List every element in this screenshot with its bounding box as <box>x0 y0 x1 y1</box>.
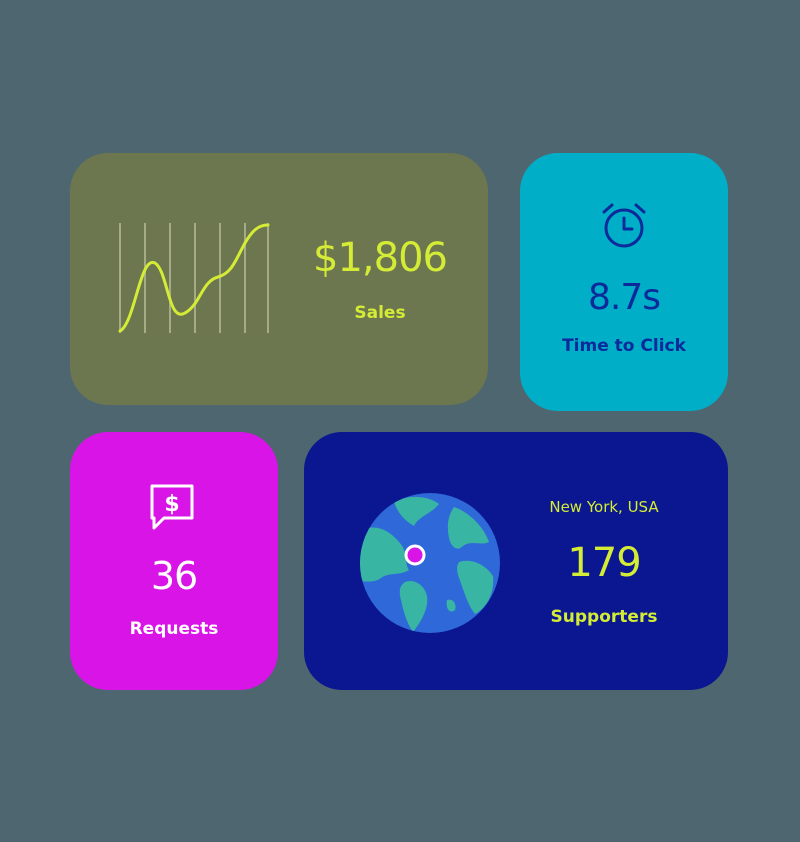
time-to-click-label: Time to Click <box>562 336 686 356</box>
requests-label: Requests <box>129 619 219 639</box>
svg-text:$: $ <box>164 492 179 517</box>
requests-card: $ 36 Requests <box>70 432 278 690</box>
time-to-click-card: 8.7s Time to Click <box>520 153 728 411</box>
dollar-chat-icon: $ <box>150 484 194 530</box>
sales-sparkline <box>118 223 270 333</box>
alarm-clock-icon <box>602 203 646 248</box>
location-pin <box>404 544 426 566</box>
supporters-label: Supporters <box>550 607 658 627</box>
supporters-value: 179 <box>567 540 641 586</box>
supporters-location: New York, USA <box>549 498 659 516</box>
requests-value: 36 <box>150 554 198 598</box>
globe-icon <box>360 493 500 633</box>
time-to-click-value: 8.7s <box>587 277 661 318</box>
supporters-card: New York, USA 179 Supporters <box>304 432 728 690</box>
sales-value: $1,806 <box>313 235 448 281</box>
sales-label: Sales <box>354 303 406 323</box>
sales-card: $1,806 Sales <box>70 153 488 405</box>
